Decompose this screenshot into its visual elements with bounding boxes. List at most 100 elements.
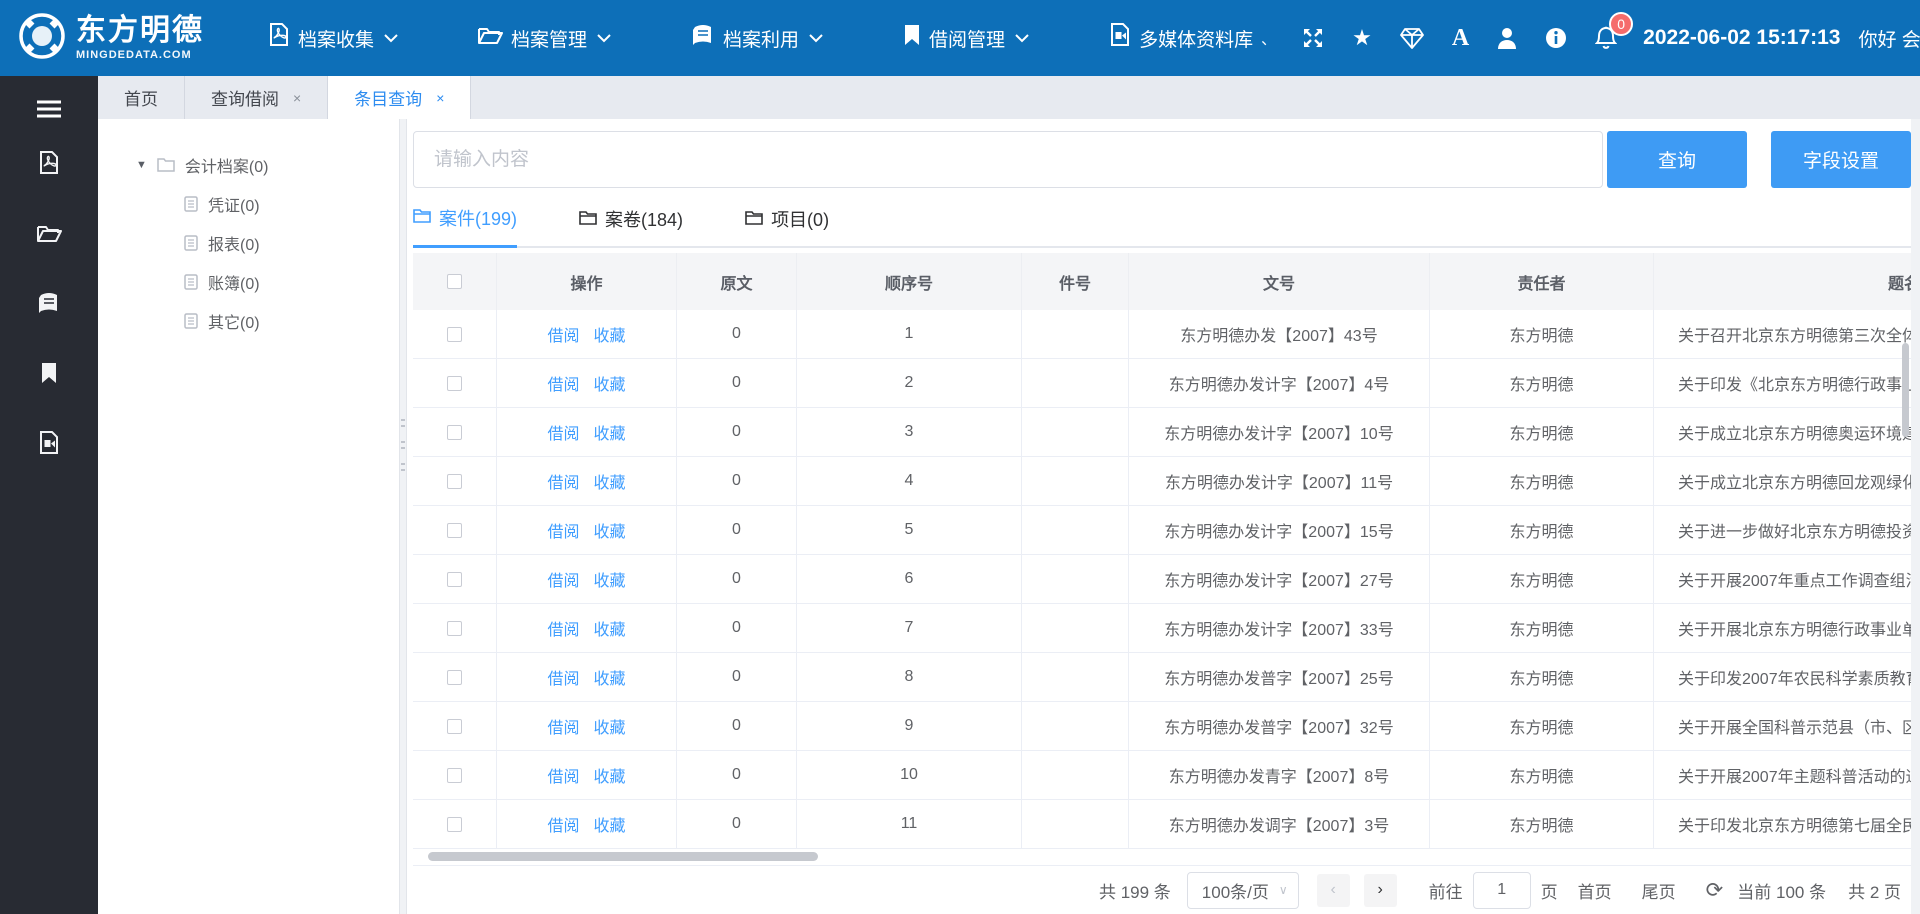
brand-title: 东方明德	[76, 16, 204, 46]
subtab-projects[interactable]: 项目(0)	[745, 202, 829, 248]
borrow-link[interactable]: 借阅	[547, 371, 579, 395]
document-icon	[184, 274, 198, 290]
font-icon[interactable]: A	[1452, 26, 1469, 50]
tab-home[interactable]: 首页	[98, 76, 185, 119]
page-number-input[interactable]	[1473, 872, 1531, 909]
tree-node-root[interactable]: ▼ 会计档案(0)	[98, 145, 399, 184]
borrow-link[interactable]: 借阅	[547, 616, 579, 640]
bell-icon[interactable]: 0	[1595, 26, 1617, 50]
tree-node-report[interactable]: 报表(0)	[98, 223, 399, 262]
close-icon[interactable]: ×	[436, 90, 444, 106]
row-checkbox[interactable]	[447, 621, 462, 636]
menu-icon[interactable]	[36, 96, 62, 122]
row-checkbox[interactable]	[447, 817, 462, 832]
favorite-link[interactable]: 收藏	[594, 665, 626, 689]
tab-entry-query[interactable]: 条目查询 ×	[328, 76, 471, 119]
subtab-volumes[interactable]: 案卷(184)	[579, 202, 683, 248]
borrow-link[interactable]: 借阅	[547, 665, 579, 689]
tab-query-borrow[interactable]: 查询借阅 ×	[185, 76, 328, 119]
tab-strip: 首页 查询借阅 × 条目查询 ×	[98, 76, 1920, 119]
favorite-link[interactable]: 收藏	[594, 518, 626, 542]
table-row: 借阅收藏05东方明德办发计字【2007】15号东方明德关于进一步做好北京东方明德…	[413, 506, 1911, 555]
brand-domain: MINGDEDATA.COM	[76, 50, 204, 61]
row-checkbox[interactable]	[447, 376, 462, 391]
bookmark-icon[interactable]	[36, 360, 62, 386]
favorite-link[interactable]: 收藏	[594, 420, 626, 444]
cell-responsible: 东方明德	[1430, 751, 1654, 800]
fullscreen-icon[interactable]	[1302, 27, 1324, 49]
cell-original: 0	[677, 653, 797, 702]
prev-page-button[interactable]: ‹	[1317, 874, 1350, 907]
menu-label: 多媒体资料库	[1139, 25, 1253, 52]
borrow-link[interactable]: 借阅	[547, 518, 579, 542]
menu-media-library[interactable]: 多媒体资料库 、	[1109, 23, 1276, 53]
tree-node-other[interactable]: 其它(0)	[98, 301, 399, 340]
panel-splitter[interactable]	[399, 119, 407, 914]
row-checkbox[interactable]	[447, 327, 462, 342]
row-checkbox[interactable]	[447, 719, 462, 734]
favorite-link[interactable]: 收藏	[594, 322, 626, 346]
borrow-link[interactable]: 借阅	[547, 469, 579, 493]
table-row: 借阅收藏06东方明德办发计字【2007】27号东方明德关于开展2007年重点工作…	[413, 555, 1911, 604]
col-title: 题名	[1654, 253, 1911, 310]
refresh-icon[interactable]: ⟳	[1706, 880, 1724, 901]
menu-borrow-manage[interactable]: 借阅管理	[903, 24, 1037, 52]
search-input[interactable]	[413, 131, 1603, 188]
side-rail	[0, 76, 98, 914]
row-checkbox[interactable]	[447, 523, 462, 538]
cell-original: 0	[677, 359, 797, 408]
table-row: 借阅收藏010东方明德办发青字【2007】8号东方明德关于开展2007年主题科普…	[413, 751, 1911, 800]
pdf-file-icon[interactable]	[36, 150, 62, 176]
info-icon[interactable]	[1545, 27, 1567, 49]
select-all-checkbox[interactable]	[447, 274, 462, 289]
borrow-link[interactable]: 借阅	[547, 322, 579, 346]
favorite-link[interactable]: 收藏	[594, 763, 626, 787]
subtab-cases[interactable]: 案件(199)	[413, 202, 517, 248]
vertical-scrollbar-thumb[interactable]	[1902, 343, 1909, 437]
cell-doc-no: 东方明德办发普字【2007】32号	[1129, 702, 1430, 751]
cell-doc-no: 东方明德办发计字【2007】27号	[1129, 555, 1430, 604]
row-checkbox[interactable]	[447, 474, 462, 489]
favorite-link[interactable]: 收藏	[594, 812, 626, 836]
borrow-link[interactable]: 借阅	[547, 420, 579, 444]
row-checkbox[interactable]	[447, 572, 462, 587]
menu-archive-use[interactable]: 档案利用	[691, 24, 831, 52]
menu-label: 档案利用	[723, 25, 799, 52]
next-page-button[interactable]: ›	[1364, 874, 1397, 907]
tree-node-voucher[interactable]: 凭证(0)	[98, 184, 399, 223]
row-checkbox[interactable]	[447, 425, 462, 440]
favorite-link[interactable]: 收藏	[594, 714, 626, 738]
menu-archive-collect[interactable]: 档案收集	[268, 23, 406, 53]
folder-icon	[413, 207, 439, 228]
tree-node-ledger[interactable]: 账簿(0)	[98, 262, 399, 301]
favorite-link[interactable]: 收藏	[594, 469, 626, 493]
row-checkbox[interactable]	[447, 670, 462, 685]
borrow-link[interactable]: 借阅	[547, 763, 579, 787]
star-icon[interactable]: ★	[1352, 27, 1372, 49]
media-file-icon[interactable]	[36, 430, 62, 456]
caret-down-icon[interactable]: ▼	[136, 159, 147, 171]
cell-responsible: 东方明德	[1430, 408, 1654, 457]
cell-responsible: 东方明德	[1430, 555, 1654, 604]
borrow-link[interactable]: 借阅	[547, 812, 579, 836]
menu-archive-manage[interactable]: 档案管理	[478, 25, 619, 52]
row-checkbox[interactable]	[447, 768, 462, 783]
close-icon[interactable]: ×	[293, 90, 301, 106]
field-settings-button[interactable]: 字段设置	[1771, 131, 1911, 188]
query-button[interactable]: 查询	[1607, 131, 1747, 188]
last-page-link[interactable]: 尾页	[1642, 878, 1676, 903]
cell-sequence: 8	[797, 653, 1022, 702]
cell-original: 0	[677, 310, 797, 359]
borrow-link[interactable]: 借阅	[547, 567, 579, 591]
gem-icon[interactable]	[1400, 28, 1424, 49]
book-icon[interactable]	[36, 290, 62, 316]
page-size-select[interactable]: 100条/页 ∨	[1187, 872, 1299, 909]
favorite-link[interactable]: 收藏	[594, 616, 626, 640]
first-page-link[interactable]: 首页	[1578, 878, 1612, 903]
horizontal-scrollbar-thumb[interactable]	[428, 852, 818, 861]
favorite-link[interactable]: 收藏	[594, 567, 626, 591]
user-icon[interactable]	[1497, 27, 1517, 49]
borrow-link[interactable]: 借阅	[547, 714, 579, 738]
favorite-link[interactable]: 收藏	[594, 371, 626, 395]
folder-open-icon[interactable]	[36, 220, 62, 246]
